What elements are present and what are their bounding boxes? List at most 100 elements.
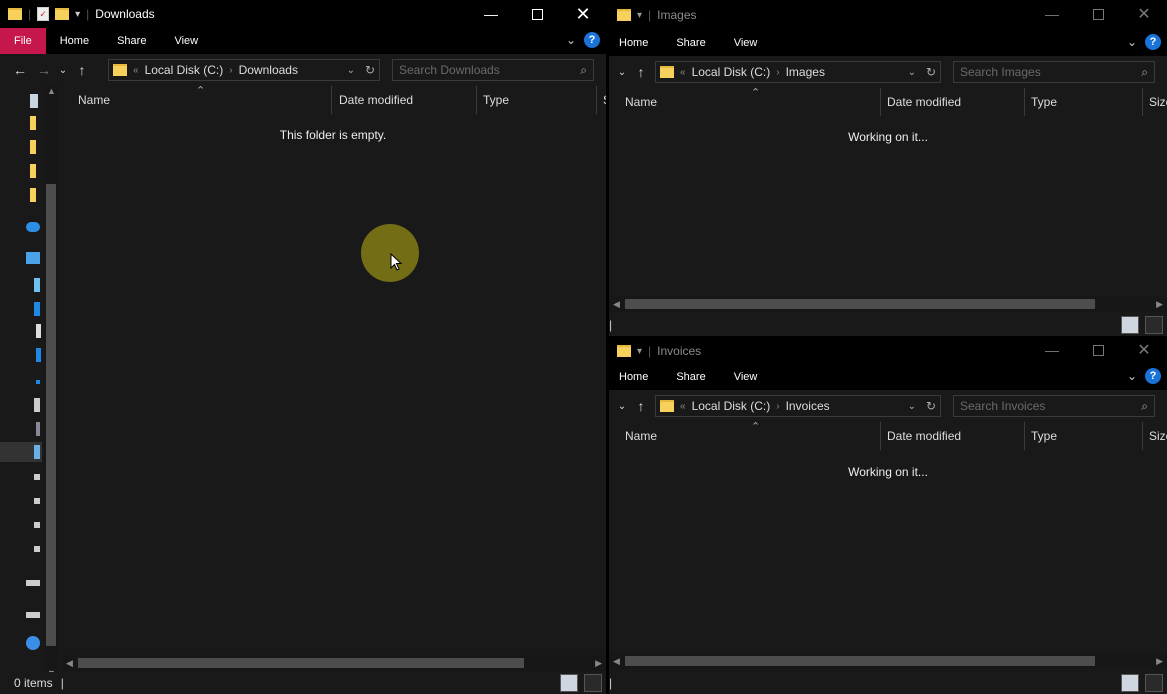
column-size[interactable]: Size (1143, 88, 1167, 116)
folder-icon[interactable] (30, 116, 36, 130)
minimize-icon[interactable]: — (468, 0, 514, 28)
downloads-nav-icon[interactable] (36, 348, 41, 362)
onedrive-icon[interactable] (26, 222, 40, 232)
documents-icon[interactable] (36, 324, 41, 338)
music-icon[interactable] (36, 380, 40, 384)
column-date-modified[interactable]: Date modified (881, 88, 1025, 116)
back-arrow-icon[interactable]: ← (8, 62, 32, 78)
tab-share[interactable]: Share (662, 30, 719, 56)
address-dropdown-icon[interactable]: ⌄ (908, 401, 916, 412)
scroll-thumb[interactable] (625, 656, 1095, 666)
column-type[interactable]: Type (1025, 88, 1143, 116)
forward-arrow-icon[interactable]: → (32, 62, 56, 78)
expand-ribbon-chevron-icon[interactable]: ⌄ (1127, 369, 1137, 383)
pictures-icon[interactable] (34, 398, 40, 412)
help-icon[interactable]: ? (1145, 368, 1161, 384)
recent-locations-chevron-icon[interactable]: ⌄ (615, 401, 629, 412)
refresh-icon[interactable]: ↻ (926, 65, 936, 79)
search-input[interactable] (954, 65, 1154, 79)
breadcrumb-overflow[interactable]: « (680, 67, 686, 78)
large-icons-view-button[interactable] (1145, 674, 1163, 692)
horizontal-scrollbar[interactable]: ◀ ▶ (609, 296, 1167, 312)
up-arrow-icon[interactable]: ↑ (629, 64, 653, 80)
column-date-modified[interactable]: Date modified (333, 86, 477, 114)
maximize-icon[interactable] (1075, 0, 1121, 28)
customize-toolbar-icon[interactable]: ▾ (637, 346, 642, 357)
3d-objects-icon[interactable] (34, 278, 40, 292)
images-titlebar[interactable]: ▾ | Images — ✕ (609, 0, 1167, 30)
tab-view[interactable]: View (720, 30, 772, 56)
search-icon[interactable]: ⌕ (1141, 399, 1148, 414)
close-icon[interactable]: ✕ (560, 0, 606, 28)
column-name[interactable]: Name (619, 88, 881, 116)
network-icon[interactable] (26, 636, 40, 650)
tab-file[interactable]: File (0, 28, 46, 54)
breadcrumb-local-disk[interactable]: Local Disk (C:) (692, 65, 771, 79)
removable-drive-icon[interactable] (26, 580, 40, 586)
address-bar[interactable]: « Local Disk (C:) › Invoices ⌄ ↻ (655, 395, 941, 417)
refresh-icon[interactable]: ↻ (926, 399, 936, 413)
search-input[interactable] (954, 399, 1154, 413)
search-icon[interactable]: ⌕ (1141, 65, 1148, 80)
nav-vertical-scrollbar[interactable]: ▲ ▼ (44, 86, 58, 678)
breadcrumb-overflow[interactable]: « (133, 65, 139, 76)
videos-icon[interactable] (36, 422, 40, 436)
help-icon[interactable]: ? (584, 32, 600, 48)
breadcrumb-overflow[interactable]: « (680, 401, 686, 412)
column-name[interactable]: Name (619, 422, 881, 450)
scroll-thumb[interactable] (625, 299, 1095, 309)
column-type[interactable]: Type (477, 86, 597, 114)
search-box[interactable]: ⌕ (392, 59, 594, 81)
maximize-icon[interactable] (514, 0, 560, 28)
scroll-left-arrow-icon[interactable]: ◀ (613, 653, 620, 669)
expand-ribbon-chevron-icon[interactable]: ⌄ (566, 33, 576, 47)
customize-toolbar-icon[interactable]: ▾ (75, 9, 80, 20)
breadcrumb-local-disk[interactable]: Local Disk (C:) (692, 399, 771, 413)
breadcrumb-downloads[interactable]: Downloads (239, 63, 298, 77)
horizontal-scrollbar[interactable]: ◀ ▶ (62, 655, 606, 671)
desktop-icon[interactable] (34, 302, 40, 316)
address-bar[interactable]: « Local Disk (C:) › Images ⌄ ↻ (655, 61, 941, 83)
scroll-thumb[interactable] (78, 658, 524, 668)
recent-locations-chevron-icon[interactable]: ⌄ (615, 67, 629, 78)
scroll-right-arrow-icon[interactable]: ▶ (595, 655, 602, 671)
minimize-icon[interactable]: — (1029, 0, 1075, 28)
scroll-up-arrow-icon[interactable]: ▲ (47, 86, 56, 96)
help-icon[interactable]: ? (1145, 34, 1161, 50)
recent-locations-chevron-icon[interactable]: ⌄ (56, 65, 70, 76)
local-disk-icon[interactable] (34, 445, 40, 459)
address-bar[interactable]: « Local Disk (C:) › Downloads ⌄ ↻ (108, 59, 380, 81)
column-size[interactable]: Size (1143, 422, 1167, 450)
tab-view[interactable]: View (160, 28, 212, 54)
column-date-modified[interactable]: Date modified (881, 422, 1025, 450)
horizontal-scrollbar[interactable]: ◀ ▶ (609, 653, 1167, 669)
tab-share[interactable]: Share (662, 364, 719, 390)
address-dropdown-icon[interactable]: ⌄ (908, 67, 916, 78)
customize-toolbar-icon[interactable]: ▾ (637, 10, 642, 21)
large-icons-view-button[interactable] (1145, 316, 1163, 334)
tab-share[interactable]: Share (103, 28, 160, 54)
scroll-thumb[interactable] (46, 184, 56, 646)
refresh-icon[interactable]: ↻ (365, 63, 375, 77)
folder-icon[interactable] (30, 140, 36, 154)
up-arrow-icon[interactable]: ↑ (70, 62, 94, 78)
scroll-right-arrow-icon[interactable]: ▶ (1156, 296, 1163, 312)
drive-icon[interactable] (34, 546, 40, 552)
up-arrow-icon[interactable]: ↑ (629, 398, 653, 414)
minimize-icon[interactable]: — (1029, 336, 1075, 364)
search-box[interactable]: ⌕ (953, 395, 1155, 417)
close-icon[interactable]: ✕ (1121, 336, 1167, 364)
drive-icon[interactable] (34, 498, 40, 504)
scroll-left-arrow-icon[interactable]: ◀ (613, 296, 620, 312)
quick-access-icon[interactable] (30, 94, 38, 108)
maximize-icon[interactable] (1075, 336, 1121, 364)
drive-icon[interactable] (34, 474, 40, 480)
tab-home[interactable]: Home (609, 30, 662, 56)
drive-icon[interactable] (34, 522, 40, 528)
column-type[interactable]: Type (1025, 422, 1143, 450)
downloads-titlebar[interactable]: | ✓ ▾ | Downloads — ✕ (0, 0, 606, 28)
column-name[interactable]: Name (72, 86, 332, 114)
search-input[interactable] (393, 63, 593, 77)
removable-drive-icon[interactable] (26, 612, 40, 618)
scroll-right-arrow-icon[interactable]: ▶ (1156, 653, 1163, 669)
